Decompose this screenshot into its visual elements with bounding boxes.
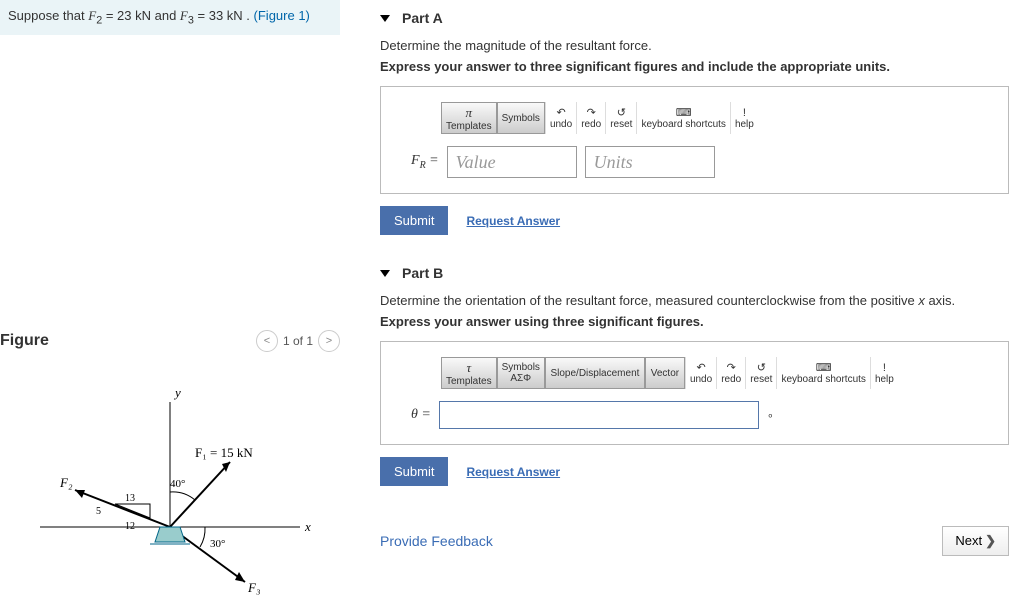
figure-title: Figure bbox=[0, 332, 49, 350]
symbols-b-button[interactable]: Symbols ΑΣΦ bbox=[497, 357, 545, 389]
provide-feedback-link[interactable]: Provide Feedback bbox=[380, 533, 493, 549]
f1-label: F₁ = 15 kN bbox=[195, 445, 253, 460]
theta-input[interactable] bbox=[439, 401, 759, 429]
f2-label: F₂ bbox=[59, 475, 73, 490]
templates-b-button[interactable]: τ Templates bbox=[441, 357, 497, 389]
help-b-button[interactable]: !help bbox=[870, 357, 898, 389]
part-a-desc: Determine the magnitude of the resultant… bbox=[380, 38, 1009, 53]
angle-30: 30° bbox=[210, 538, 225, 550]
undo-b-button[interactable]: ↶undo bbox=[685, 357, 716, 389]
part-b-instruct: Express your answer using three signific… bbox=[380, 314, 1009, 329]
part-a-header[interactable]: Part A bbox=[380, 10, 1009, 26]
figure-diagram: y x F₁ = 15 kN 40° F₂ 5 12 13 F₃ bbox=[0, 382, 340, 602]
symbols-button[interactable]: Symbols bbox=[497, 102, 545, 134]
next-button[interactable]: Next❯ bbox=[942, 526, 1009, 556]
part-a-toolbar: π Templates Symbols ↶undo ↷redo ↺reset ⌨… bbox=[441, 102, 988, 134]
request-answer-a-link[interactable]: Request Answer bbox=[466, 214, 560, 228]
figure-next-button[interactable]: > bbox=[318, 330, 340, 352]
help-button[interactable]: !help bbox=[730, 102, 758, 134]
reset-b-button[interactable]: ↺reset bbox=[745, 357, 776, 389]
submit-b-button[interactable]: Submit bbox=[380, 457, 448, 486]
chevron-down-icon bbox=[380, 15, 390, 22]
keyboard-button[interactable]: ⌨keyboard shortcuts bbox=[636, 102, 730, 134]
tri-13: 13 bbox=[125, 493, 135, 504]
figure-prev-button[interactable]: < bbox=[256, 330, 278, 352]
reset-button[interactable]: ↺reset bbox=[605, 102, 636, 134]
tri-12: 12 bbox=[125, 521, 135, 532]
problem-statement: Suppose that F2 = 23 kN and F3 = 33 kN .… bbox=[0, 0, 340, 35]
chevron-down-icon bbox=[380, 270, 390, 277]
units-input[interactable]: Units bbox=[585, 146, 715, 178]
keyboard-b-button[interactable]: ⌨keyboard shortcuts bbox=[776, 357, 870, 389]
request-answer-b-link[interactable]: Request Answer bbox=[466, 465, 560, 479]
slope-button[interactable]: Slope/Displacement bbox=[545, 357, 645, 389]
degree-unit: ∘ bbox=[767, 409, 774, 422]
redo-button[interactable]: ↷redo bbox=[576, 102, 605, 134]
undo-button[interactable]: ↶undo bbox=[545, 102, 576, 134]
templates-button[interactable]: π Templates bbox=[441, 102, 497, 134]
part-b-toolbar: τ Templates Symbols ΑΣΦ Slope/Displaceme… bbox=[441, 357, 988, 389]
part-a-instruct: Express your answer to three significant… bbox=[380, 59, 1009, 74]
value-input[interactable]: Value bbox=[447, 146, 577, 178]
part-b-desc: Determine the orientation of the resulta… bbox=[380, 293, 1009, 308]
figure-counter: 1 of 1 bbox=[283, 334, 313, 348]
redo-b-button[interactable]: ↷redo bbox=[716, 357, 745, 389]
figure-1-link[interactable]: (Figure 1) bbox=[254, 8, 310, 23]
tri-5: 5 bbox=[96, 506, 101, 517]
angle-40: 40° bbox=[170, 478, 185, 490]
f3-label: F₃ bbox=[247, 580, 260, 595]
submit-a-button[interactable]: Submit bbox=[380, 206, 448, 235]
vector-button[interactable]: Vector bbox=[645, 357, 685, 389]
y-axis-label: y bbox=[173, 385, 181, 400]
part-b-header[interactable]: Part B bbox=[380, 265, 1009, 281]
x-axis-label: x bbox=[304, 519, 311, 534]
